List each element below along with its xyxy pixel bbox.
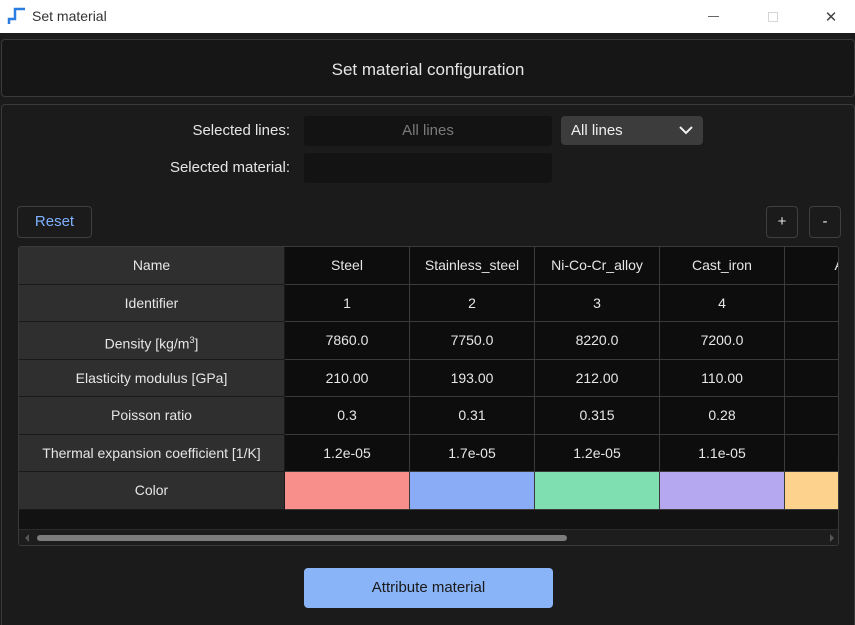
row-identifier: Identifier 1 2 3 4 bbox=[19, 284, 838, 322]
add-column-button[interactable]: + bbox=[766, 206, 798, 238]
table-cell[interactable]: 0.3 bbox=[285, 397, 410, 435]
row-header: Name bbox=[19, 247, 285, 285]
table-cell[interactable]: 27 bbox=[785, 322, 838, 360]
table-cell[interactable]: 3 bbox=[535, 284, 660, 322]
scrollbar-thumb[interactable] bbox=[37, 535, 567, 541]
reset-button[interactable]: Reset bbox=[17, 206, 92, 238]
window-title: Set material bbox=[32, 8, 107, 24]
close-button[interactable]: ✕ bbox=[808, 0, 854, 33]
table-cell[interactable]: 0.315 bbox=[535, 397, 660, 435]
lines-dropdown[interactable]: All lines bbox=[561, 116, 703, 145]
lines-dropdown-value: All lines bbox=[571, 122, 623, 139]
table-cell[interactable]: 1.1e-05 bbox=[660, 434, 785, 472]
table-cell[interactable]: Steel bbox=[285, 247, 410, 285]
table-cell[interactable]: 2.3 bbox=[785, 434, 838, 472]
table-cell[interactable]: Alur bbox=[785, 247, 838, 285]
table-cell[interactable]: 0.31 bbox=[410, 397, 535, 435]
maximize-icon bbox=[768, 11, 778, 22]
row-thermal: Thermal expansion coefficient [1/K] 1.2e… bbox=[19, 434, 838, 472]
table-cell[interactable]: 7200.0 bbox=[660, 322, 785, 360]
table-cell[interactable]: 7 bbox=[785, 359, 838, 397]
row-header: Color bbox=[19, 472, 285, 510]
color-swatch[interactable] bbox=[410, 472, 535, 510]
table-cell[interactable]: 4 bbox=[660, 284, 785, 322]
table-cell[interactable]: 2 bbox=[410, 284, 535, 322]
chevron-down-icon bbox=[679, 126, 693, 135]
table-cell[interactable]: 7750.0 bbox=[410, 322, 535, 360]
table-cell[interactable]: 1.7e-05 bbox=[410, 434, 535, 472]
table-cell[interactable]: 193.00 bbox=[410, 359, 535, 397]
table-cell[interactable]: Cast_iron bbox=[660, 247, 785, 285]
row-header: Thermal expansion coefficient [1/K] bbox=[19, 434, 285, 472]
table-cell[interactable]: 0 bbox=[785, 397, 838, 435]
selected-lines-label: Selected lines: bbox=[192, 122, 290, 139]
row-header: Poisson ratio bbox=[19, 397, 285, 435]
row-header: Identifier bbox=[19, 284, 285, 322]
maximize-button[interactable] bbox=[750, 0, 796, 33]
attribute-material-button[interactable]: Attribute material bbox=[304, 568, 553, 608]
color-swatch[interactable] bbox=[285, 472, 410, 510]
table-cell[interactable]: 1.2e-05 bbox=[535, 434, 660, 472]
minimize-icon bbox=[707, 16, 719, 17]
selected-material-field[interactable] bbox=[304, 153, 552, 183]
title-bar: Set material ✕ bbox=[0, 0, 855, 33]
color-swatch[interactable] bbox=[785, 472, 838, 510]
scroll-left-icon[interactable] bbox=[25, 534, 29, 542]
remove-column-button[interactable]: - bbox=[809, 206, 841, 238]
table-cell[interactable] bbox=[785, 284, 838, 322]
table-cell[interactable]: 7860.0 bbox=[285, 322, 410, 360]
table-cell[interactable]: Ni-Co-Cr_alloy bbox=[535, 247, 660, 285]
table-cell[interactable]: 212.00 bbox=[535, 359, 660, 397]
color-swatch[interactable] bbox=[660, 472, 785, 510]
row-color: Color bbox=[19, 472, 838, 510]
row-density: Density [kg/m3] 7860.0 7750.0 8220.0 720… bbox=[19, 322, 838, 360]
table-cell[interactable]: 8220.0 bbox=[535, 322, 660, 360]
material-table[interactable]: Name Steel Stainless_steel Ni-Co-Cr_allo… bbox=[18, 246, 839, 546]
row-header: Elasticity modulus [GPa] bbox=[19, 359, 285, 397]
page-title: Set material configuration bbox=[331, 60, 525, 79]
table-cell[interactable]: 210.00 bbox=[285, 359, 410, 397]
table-cell[interactable]: 0.28 bbox=[660, 397, 785, 435]
table-cell[interactable]: 110.00 bbox=[660, 359, 785, 397]
table-cell[interactable]: 1.2e-05 bbox=[285, 434, 410, 472]
selected-material-label: Selected material: bbox=[169, 159, 290, 176]
density-label: Density [kg/m bbox=[104, 335, 190, 352]
close-icon: ✕ bbox=[824, 8, 838, 26]
color-swatch[interactable] bbox=[535, 472, 660, 510]
table-cell[interactable]: Stainless_steel bbox=[410, 247, 535, 285]
header-panel: Set material configuration bbox=[1, 39, 855, 97]
stair-step-icon bbox=[7, 7, 25, 24]
row-name: Name Steel Stainless_steel Ni-Co-Cr_allo… bbox=[19, 247, 838, 285]
scroll-right-icon[interactable] bbox=[830, 534, 834, 542]
density-label-tail: ] bbox=[194, 335, 199, 352]
row-elasticity: Elasticity modulus [GPa] 210.00 193.00 2… bbox=[19, 359, 838, 397]
minimize-button[interactable] bbox=[690, 0, 736, 33]
horizontal-scrollbar[interactable] bbox=[19, 529, 838, 545]
selected-lines-field[interactable]: All lines bbox=[304, 116, 552, 146]
table-cell[interactable]: 1 bbox=[285, 284, 410, 322]
row-poisson: Poisson ratio 0.3 0.31 0.315 0.28 0 bbox=[19, 397, 838, 435]
row-header: Density [kg/m3] bbox=[19, 322, 285, 360]
